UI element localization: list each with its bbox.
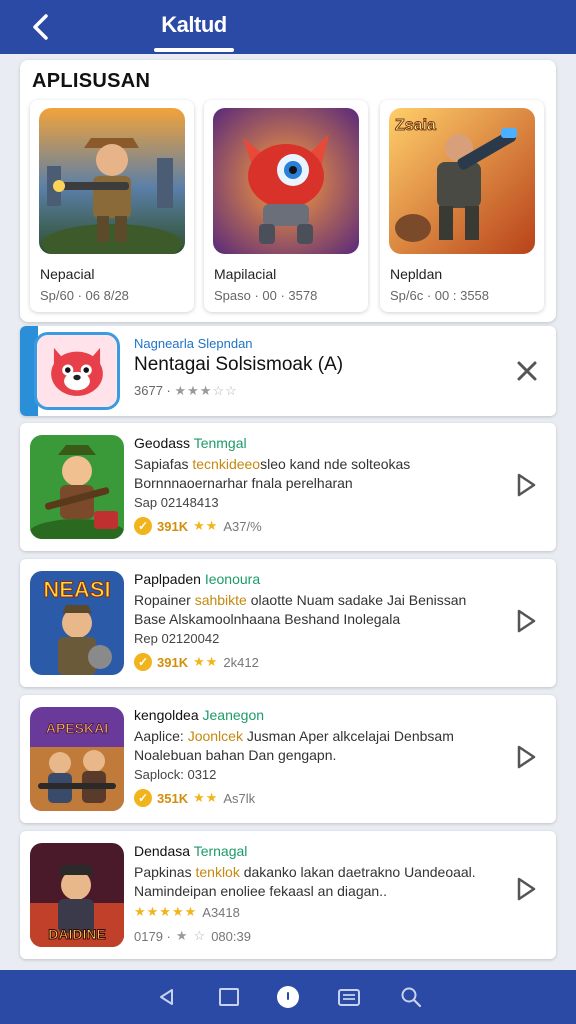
rating-count: A37/% bbox=[223, 518, 262, 534]
verified-badge-icon: ✓ bbox=[134, 789, 152, 807]
rating-score: 351K bbox=[157, 790, 189, 806]
app-list-item-4[interactable]: DAIDINE Dendasa Ternagal Papkinas tenklo… bbox=[20, 831, 556, 959]
sponsored-card[interactable]: Nagnearla Slepndan Nentagai Solsismoak (… bbox=[20, 326, 556, 416]
app-description: Ropainer sahbikte olaotte Nuam sadake Ja… bbox=[134, 592, 467, 627]
app-rating: ★★★★★ A3418 bbox=[134, 903, 240, 921]
app-list-item-3[interactable]: APESKAI kengoldea Jeanegon Aaplice: Joon… bbox=[20, 695, 556, 823]
sponsor-label: Nagnearla Slepndan bbox=[134, 336, 253, 351]
promo-count: 3677 · bbox=[134, 383, 171, 398]
rating-stars: ★★ bbox=[193, 790, 219, 805]
rating-score: 391K bbox=[157, 654, 189, 670]
app-subtext: Saplock: 0312 bbox=[134, 767, 217, 782]
bottom-navigation-bar bbox=[0, 970, 576, 1024]
app-rating: ✓ 391K ★★ A37/% bbox=[134, 517, 262, 535]
daidine-hero-app-icon: DAIDINE bbox=[30, 843, 124, 947]
promo-stars-filled: ★★★ bbox=[174, 383, 213, 398]
featured-card-1[interactable]: Nepacial Sp/60 · 06 8/28 bbox=[30, 100, 194, 312]
icon-label: APESKAI bbox=[46, 720, 108, 736]
recent-square-icon[interactable] bbox=[214, 982, 244, 1012]
apps-grid-icon[interactable] bbox=[334, 982, 364, 1012]
app-rating: ✓ 351K ★★ As7lk bbox=[134, 789, 255, 807]
back-triangle-icon[interactable] bbox=[152, 982, 182, 1012]
top-app-bar: Kaltud bbox=[0, 0, 576, 54]
app-title: kengoldea Jeanegon bbox=[134, 707, 265, 723]
play-arrow-icon[interactable] bbox=[514, 471, 538, 499]
search-icon[interactable] bbox=[396, 982, 426, 1012]
app-title: Paplpaden Ieonoura bbox=[134, 571, 261, 587]
armored-gunner-artwork: Zsaia bbox=[389, 108, 535, 254]
active-tab-indicator bbox=[154, 48, 234, 52]
featured-card-2[interactable]: Mapilacial Spaso · 00 · 3578 bbox=[204, 100, 368, 312]
back-chevron-icon[interactable] bbox=[26, 10, 56, 44]
icon-label: NEASI bbox=[43, 577, 110, 602]
rating-count: 2k412 bbox=[223, 654, 259, 670]
app-list-item-1[interactable]: Geodass Tenmgal Sapiafas tecnkideeosleo … bbox=[20, 423, 556, 551]
featured-app-meta: Sp/6c · 00 : 3558 bbox=[390, 288, 490, 303]
featured-app-meta: Spaso · 00 · 3578 bbox=[214, 288, 318, 303]
play-arrow-icon[interactable] bbox=[514, 607, 538, 635]
app-meta-rating: 0179 · ★ ☆ 080:39 bbox=[134, 927, 251, 945]
content-scroll-area[interactable]: APLISUSAN Nepacial Sp/60 · 06 8/28 Mapil… bbox=[0, 54, 576, 970]
icon-label: DAIDINE bbox=[48, 926, 106, 942]
app-tag: Tenmgal bbox=[193, 435, 247, 451]
art-label: Zsaia bbox=[395, 117, 436, 134]
promo-headline: Nentagai Solsismoak (A) bbox=[134, 354, 344, 375]
neasi-soldier-app-icon: NEASI bbox=[30, 571, 124, 675]
featured-app-name: Nepldan bbox=[390, 266, 443, 282]
app-description: Sapiafas tecnkideeosleo kand nde solteok… bbox=[134, 456, 411, 491]
app-description: Aaplice: Joonlcek Jusman Aper alkcelajai… bbox=[134, 728, 454, 763]
app-tag: Ieonoura bbox=[204, 571, 261, 587]
verified-badge-icon: ✓ bbox=[134, 517, 152, 535]
app-title: Geodass Tenmgal bbox=[134, 435, 247, 451]
red-fox-app-icon bbox=[34, 332, 120, 410]
app-subtext: Rep 02120042 bbox=[134, 631, 220, 646]
play-arrow-icon[interactable] bbox=[514, 743, 538, 771]
app-subtext: Sap 02148413 bbox=[134, 495, 219, 510]
featured-app-name: Nepacial bbox=[40, 266, 95, 282]
app-description: Papkinas tenklok dakanko lakan daetrakno… bbox=[134, 864, 476, 899]
featured-app-meta: Sp/60 · 06 8/28 bbox=[40, 288, 129, 303]
soldier-hero-artwork bbox=[39, 108, 185, 254]
rating-stars: ★★ bbox=[193, 654, 219, 669]
play-arrow-icon[interactable] bbox=[514, 875, 538, 903]
close-x-icon[interactable] bbox=[512, 356, 542, 386]
rating-score: 391K bbox=[157, 518, 189, 534]
meta-count-2: 080:39 bbox=[211, 928, 251, 944]
meta-stars-empty: ☆ bbox=[193, 928, 207, 943]
rating-count: A3418 bbox=[202, 904, 240, 920]
meta-stars-filled: ★ bbox=[175, 928, 189, 943]
promo-meta: 3677 · ★★★☆☆ bbox=[134, 383, 238, 399]
page-title: Kaltud bbox=[161, 12, 227, 37]
meta-count: 0179 · bbox=[134, 928, 171, 944]
rating-stars: ★★ bbox=[193, 518, 219, 533]
app-rating: ✓ 391K ★★ 2k412 bbox=[134, 653, 259, 671]
app-list-item-2[interactable]: NEASI Paplpaden Ieonoura Ropainer sahbik… bbox=[20, 559, 556, 687]
featured-card-3[interactable]: Zsaia Nepldan Sp/6c · 00 : 3558 bbox=[380, 100, 544, 312]
featured-app-name: Mapilacial bbox=[214, 266, 277, 282]
app-tag: Jeanegon bbox=[202, 707, 265, 723]
verified-badge-icon: ✓ bbox=[134, 653, 152, 671]
rating-stars: ★★★★★ bbox=[134, 904, 198, 919]
app-tag: Ternagal bbox=[193, 843, 248, 859]
section-title: APLISUSAN bbox=[32, 70, 151, 92]
home-dot-icon[interactable] bbox=[273, 982, 303, 1012]
apeskai-squad-app-icon: APESKAI bbox=[30, 707, 124, 811]
app-title: Dendasa Ternagal bbox=[134, 843, 248, 859]
rating-count: As7lk bbox=[223, 790, 256, 806]
elf-archer-app-icon bbox=[30, 435, 124, 539]
featured-section: APLISUSAN Nepacial Sp/60 · 06 8/28 Mapil… bbox=[20, 60, 556, 322]
promo-stars-empty: ☆☆ bbox=[212, 383, 238, 398]
red-robot-artwork bbox=[213, 108, 359, 254]
